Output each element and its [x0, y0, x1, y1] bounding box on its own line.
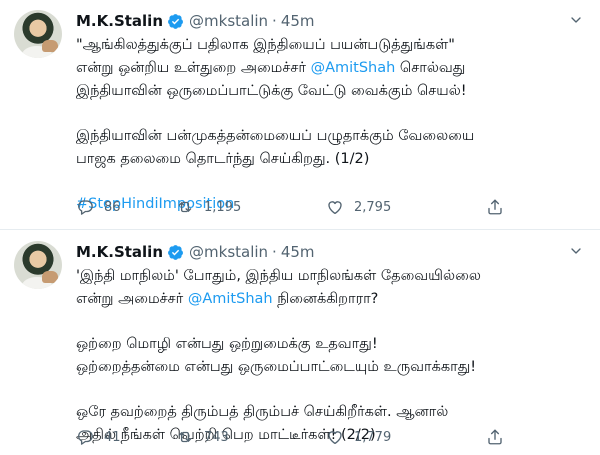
verified-badge-icon [167, 13, 184, 30]
separator-dot: · [272, 243, 277, 261]
text-line: பாஜக தலைமை தொடர்ந்து செய்கிறது. (1/2) [76, 151, 370, 167]
tweet-text: "ஆங்கிலத்துக்குப் பதிலாக இந்தியைப் பயன்ப… [76, 34, 586, 216]
like-button[interactable]: 1,779 [326, 428, 486, 446]
text-span: என்று அமைச்சர் [76, 291, 188, 307]
share-button[interactable] [486, 198, 504, 216]
author-handle[interactable]: @mkstalin [189, 12, 268, 30]
tweet-header: M.K.Stalin @mkstalin · 45m [76, 10, 315, 32]
text-line: என்று ஒன்றிய உள்துறை அமைச்சர் @AmitShah … [76, 57, 586, 80]
text-line: "ஆங்கிலத்துக்குப் பதிலாக இந்தியைப் பயன்ப… [76, 37, 455, 53]
reply-count: 41 [104, 429, 121, 445]
tweet[interactable]: M.K.Stalin @mkstalin · 45m 'இந்தி மாநிலம… [0, 231, 600, 455]
text-line: 'இந்தி மாநிலம்' போதும், இந்திய மாநிலங்கள… [76, 268, 481, 284]
tweet-text: 'இந்தி மாநிலம்' போதும், இந்திய மாநிலங்கள… [76, 265, 586, 447]
text-line: இந்தியாவின் ஒருமைப்பாட்டுக்கு வேட்டு வைக… [76, 83, 467, 99]
reply-count: 86 [104, 199, 121, 215]
retweet-count: 743 [204, 429, 229, 445]
tweet-header: M.K.Stalin @mkstalin · 45m [76, 241, 315, 263]
like-count: 1,779 [354, 429, 392, 445]
retweet-icon [176, 428, 194, 446]
retweet-count: 1,195 [204, 199, 242, 215]
share-icon [486, 428, 504, 446]
text-line: இந்தியாவின் பன்முகத்தன்மையைப் பழுதாக்கும… [76, 128, 475, 144]
text-span: என்று ஒன்றிய உள்துறை அமைச்சர் [76, 60, 311, 76]
reply-icon [76, 198, 94, 216]
text-line: ஒற்றைத்தன்மை என்பது ஒருமைப்பாட்டையும் உர… [76, 359, 477, 375]
avatar[interactable] [14, 10, 62, 58]
author-name[interactable]: M.K.Stalin [76, 12, 163, 30]
tweet-actions: 41 743 1,779 [76, 428, 504, 446]
share-icon [486, 198, 504, 216]
verified-badge-icon [167, 244, 184, 261]
reply-button[interactable]: 86 [76, 198, 176, 216]
retweet-icon [176, 198, 194, 216]
author-handle[interactable]: @mkstalin [189, 243, 268, 261]
retweet-button[interactable]: 1,195 [176, 198, 326, 216]
text-span: சொல்வது [395, 60, 466, 76]
retweet-button[interactable]: 743 [176, 428, 326, 446]
text-span: நினைக்கிறாரா? [272, 291, 379, 307]
timestamp[interactable]: 45m [281, 12, 315, 30]
like-count: 2,795 [354, 199, 392, 215]
reply-icon [76, 428, 94, 446]
like-icon [326, 428, 344, 446]
more-chevron-icon[interactable] [566, 12, 586, 28]
mention-link[interactable]: @AmitShah [311, 60, 396, 76]
like-button[interactable]: 2,795 [326, 198, 486, 216]
like-icon [326, 198, 344, 216]
tweet[interactable]: M.K.Stalin @mkstalin · 45m "ஆங்கிலத்துக்… [0, 0, 600, 230]
reply-button[interactable]: 41 [76, 428, 176, 446]
text-line: என்று அமைச்சர் @AmitShah நினைக்கிறாரா? [76, 288, 586, 311]
tweet-actions: 86 1,195 2,795 [76, 198, 504, 216]
mention-link[interactable]: @AmitShah [188, 291, 273, 307]
more-chevron-icon[interactable] [566, 243, 586, 259]
text-line: ஒற்றை மொழி என்பது ஒற்றுமைக்கு உதவாது! [76, 336, 378, 352]
separator-dot: · [272, 12, 277, 30]
share-button[interactable] [486, 428, 504, 446]
timestamp[interactable]: 45m [281, 243, 315, 261]
author-name[interactable]: M.K.Stalin [76, 243, 163, 261]
text-line: ஒரே தவற்றைத் திரும்பத் திரும்பச் செய்கிற… [76, 404, 449, 420]
avatar[interactable] [14, 241, 62, 289]
